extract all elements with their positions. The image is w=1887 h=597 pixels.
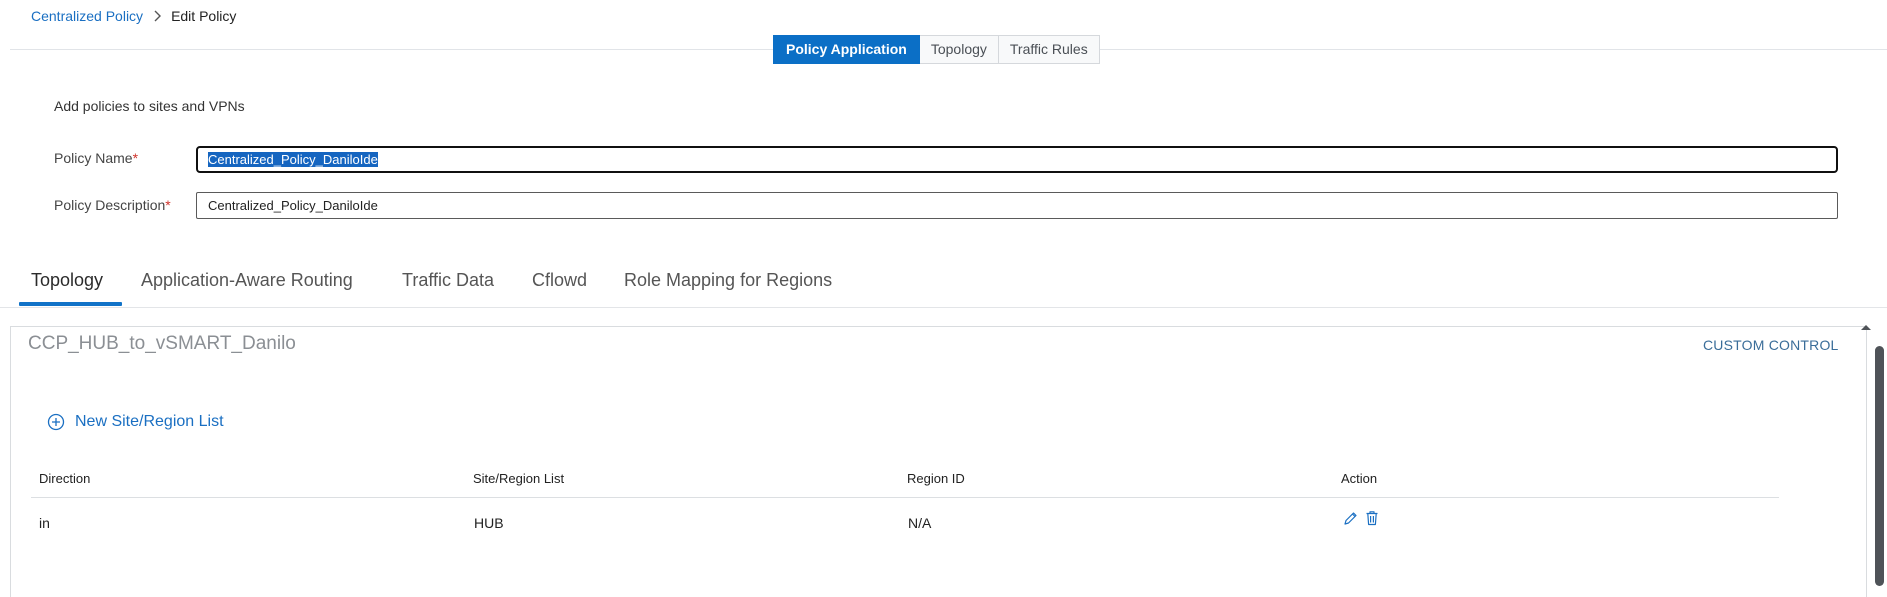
policy-card <box>10 326 1867 597</box>
column-header-site-region-list: Site/Region List <box>473 471 565 486</box>
policy-description-label: Policy Description* <box>54 197 171 213</box>
scrollbar-thumb[interactable] <box>1875 346 1884 586</box>
policy-name-label-text: Policy Name <box>54 150 133 166</box>
column-header-direction: Direction <box>39 471 91 486</box>
form-description: Add policies to sites and VPNs <box>54 98 245 114</box>
chevron-right-icon <box>153 10 162 22</box>
policy-name-input[interactable] <box>195 145 1839 174</box>
tab-topology[interactable]: Topology <box>31 265 103 305</box>
breadcrumb-link-centralized-policy[interactable]: Centralized Policy <box>31 8 143 24</box>
trash-icon[interactable] <box>1365 510 1379 526</box>
new-site-region-list-button[interactable]: New Site/Region List <box>47 413 224 431</box>
tab-role-mapping-for-regions[interactable]: Role Mapping for Regions <box>624 265 832 305</box>
tab-cflowd[interactable]: Cflowd <box>532 265 587 305</box>
step-tab-topology[interactable]: Topology <box>919 35 999 64</box>
step-tabs: Policy Application Topology Traffic Rule… <box>773 35 1100 64</box>
step-tab-traffic-rules[interactable]: Traffic Rules <box>998 35 1100 64</box>
policy-name-label: Policy Name* <box>54 150 138 166</box>
required-marker: * <box>165 197 171 213</box>
policy-description-label-text: Policy Description <box>54 197 166 213</box>
cell-site-region-list: HUB <box>474 515 504 531</box>
breadcrumb: Centralized Policy Edit Policy <box>31 8 236 24</box>
required-marker: * <box>132 150 139 166</box>
step-tab-policy-application[interactable]: Policy Application <box>773 35 920 64</box>
pencil-icon[interactable] <box>1343 511 1358 526</box>
column-header-action: Action <box>1341 471 1378 486</box>
policy-type-label: CUSTOM CONTROL <box>1703 337 1839 353</box>
cell-region-id: N/A <box>908 515 932 531</box>
new-site-region-list-label: New Site/Region List <box>75 413 224 430</box>
tab-traffic-data[interactable]: Traffic Data <box>402 265 494 305</box>
cell-direction: in <box>39 515 50 531</box>
tab-application-aware-routing[interactable]: Application-Aware Routing <box>141 265 353 305</box>
arrow-up-icon[interactable] <box>1860 318 1872 336</box>
policy-description-input[interactable] <box>196 192 1838 219</box>
row-actions <box>1343 510 1379 526</box>
plus-circle-icon <box>47 413 65 431</box>
breadcrumb-current: Edit Policy <box>171 8 237 24</box>
active-tab-indicator <box>19 302 122 306</box>
section-tabs: Topology Application-Aware Routing Traff… <box>0 265 1887 308</box>
column-header-region-id: Region ID <box>907 471 965 486</box>
table-header-divider <box>31 497 1779 498</box>
policy-card-title: CCP_HUB_to_vSMART_Danilo <box>28 333 296 354</box>
